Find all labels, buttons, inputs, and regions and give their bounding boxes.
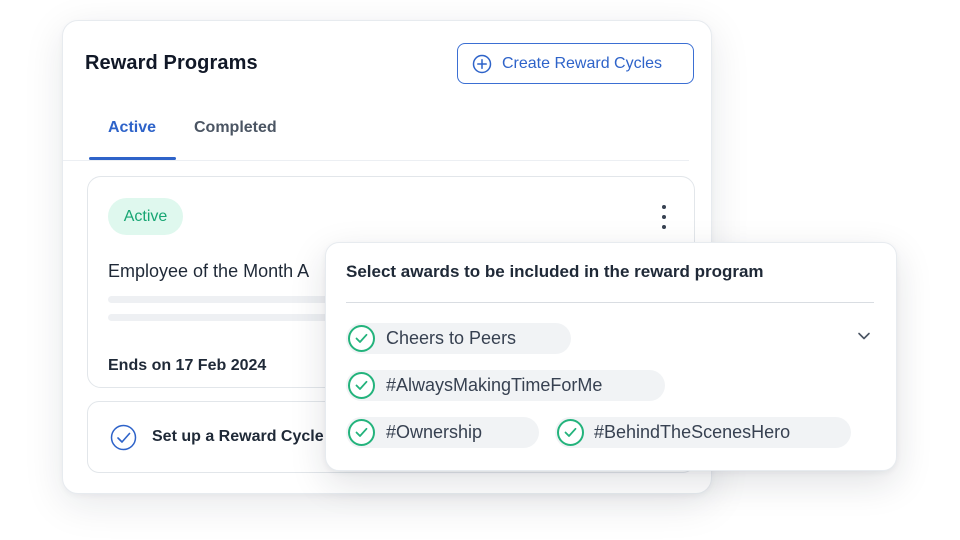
skeleton-line (108, 314, 338, 321)
award-label: #Ownership (386, 422, 483, 442)
plus-circle-icon (472, 54, 492, 73)
tab-active[interactable]: Active (108, 119, 156, 137)
award-chip[interactable]: Cheers to Peers (346, 323, 571, 354)
tab-bar: Active Completed (63, 109, 689, 161)
active-tab-indicator (89, 157, 176, 160)
award-chip[interactable]: #AlwaysMakingTimeForMe (346, 370, 665, 401)
dropdown-title: Select awards to be included in the rewa… (346, 262, 764, 281)
kebab-menu-icon[interactable] (654, 205, 674, 229)
setup-label: Set up a Reward Cycle (152, 428, 324, 445)
page-title: Reward Programs (85, 52, 258, 74)
check-circle-icon (110, 424, 137, 451)
tab-completed[interactable]: Completed (194, 119, 277, 137)
program-title: Employee of the Month A (108, 261, 310, 281)
check-circle-icon (348, 325, 375, 352)
award-label: Cheers to Peers (386, 328, 517, 348)
program-end-date: Ends on 17 Feb 2024 (108, 357, 267, 374)
check-circle-icon (348, 419, 375, 446)
check-circle-icon (557, 419, 584, 446)
status-badge: Active (108, 198, 183, 235)
check-circle-icon (348, 372, 375, 399)
create-button-label: Create Reward Cycles (502, 54, 663, 72)
create-reward-cycles-button[interactable]: Create Reward Cycles (457, 43, 694, 84)
award-chip[interactable]: #Ownership (346, 417, 539, 448)
skeleton-line (108, 296, 338, 303)
award-label: #BehindTheScenesHero (594, 422, 791, 442)
award-label: #AlwaysMakingTimeForMe (386, 375, 603, 395)
award-chip[interactable]: #BehindTheScenesHero (555, 417, 851, 448)
award-selection-dropdown: Select awards to be included in the rewa… (325, 242, 897, 471)
chevron-down-icon[interactable] (856, 328, 872, 344)
stage: Reward Programs Create Reward Cycles Act… (0, 0, 960, 540)
divider (346, 302, 874, 303)
